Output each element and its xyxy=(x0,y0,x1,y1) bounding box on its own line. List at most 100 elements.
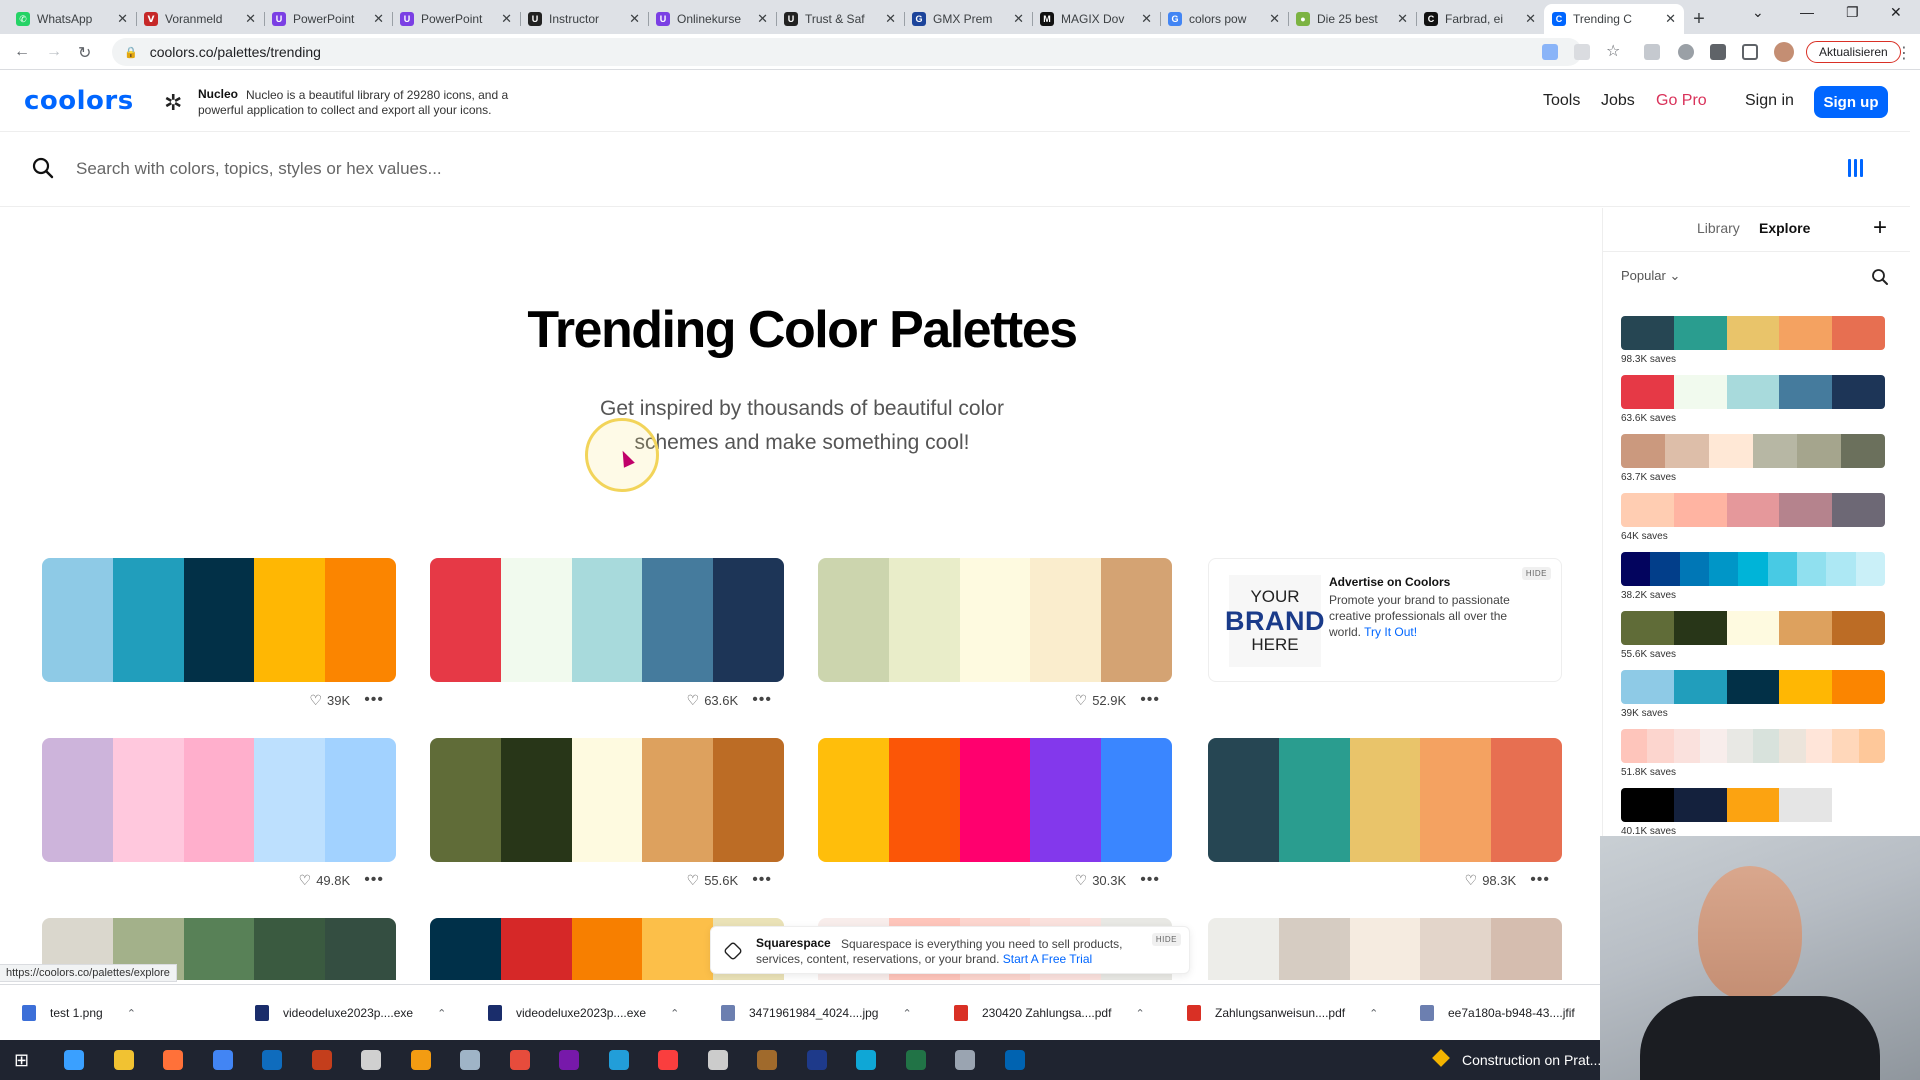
taskbar-app-icon[interactable] xyxy=(212,1050,233,1070)
palette-swatch[interactable] xyxy=(713,558,784,682)
ad-card[interactable]: YOUR BRAND HERE Advertise on Coolors Pro… xyxy=(1208,558,1562,682)
download-item[interactable]: 230420 Zahlungsa....pdf ⌃ xyxy=(954,985,1145,1041)
palette-swatch[interactable] xyxy=(1832,729,1859,763)
browser-tab[interactable]: U Trust & Saf ✕ xyxy=(776,4,904,34)
taskbar-app-icon[interactable] xyxy=(163,1050,183,1070)
chevron-up-icon[interactable]: ⌃ xyxy=(1135,1007,1144,1020)
close-window-icon[interactable]: ✕ xyxy=(1890,4,1902,21)
update-button[interactable]: Aktualisieren xyxy=(1806,41,1901,63)
palette-swatch[interactable] xyxy=(713,738,784,862)
palette-swatch[interactable] xyxy=(430,558,501,682)
download-item[interactable]: Zahlungsanweisun....pdf ⌃ xyxy=(1187,985,1378,1041)
download-item[interactable]: ee7a180a-b948-43....jfif xyxy=(1420,985,1575,1041)
sidebar-search-icon[interactable] xyxy=(1871,268,1889,286)
palette-swatch[interactable] xyxy=(888,558,960,682)
palette-swatch[interactable] xyxy=(571,738,643,862)
ad-hide-button[interactable]: HIDE xyxy=(1521,567,1551,580)
palette-swatch[interactable] xyxy=(1796,552,1827,586)
palette-card[interactable] xyxy=(430,558,784,682)
more-options-icon[interactable]: ••• xyxy=(752,871,772,889)
palette-swatch[interactable] xyxy=(1753,729,1780,763)
palette-swatch[interactable] xyxy=(1673,611,1727,645)
palette-swatch[interactable] xyxy=(1621,729,1648,763)
palette-swatch[interactable] xyxy=(642,918,714,980)
construction-label[interactable]: Construction on Prat... xyxy=(1462,1052,1601,1068)
browser-tab[interactable]: U Instructor ✕ xyxy=(520,4,648,34)
palette-swatch[interactable] xyxy=(430,738,501,862)
taskbar-app-icon[interactable] xyxy=(608,1050,629,1070)
palette-swatch[interactable] xyxy=(1753,434,1797,468)
tab-close-icon[interactable]: ✕ xyxy=(245,11,256,27)
tab-close-icon[interactable]: ✕ xyxy=(629,11,640,27)
palette-card[interactable] xyxy=(1208,918,1562,980)
sponsor-name[interactable]: Nucleo xyxy=(198,87,238,101)
sidebar-palette[interactable] xyxy=(1621,493,1885,527)
palette-swatch[interactable] xyxy=(1858,729,1885,763)
tab-close-icon[interactable]: ✕ xyxy=(1013,11,1024,27)
palette-swatch[interactable] xyxy=(1708,552,1739,586)
tab-explore[interactable]: Explore xyxy=(1759,220,1810,236)
palette-card[interactable] xyxy=(818,558,1172,682)
taskbar-app-icon[interactable] xyxy=(955,1050,975,1070)
palette-swatch[interactable] xyxy=(1709,434,1753,468)
signup-button[interactable]: Sign up xyxy=(1814,86,1888,118)
palette-swatch[interactable] xyxy=(1621,788,1674,822)
browser-tab[interactable]: Gcolors pow ✕ xyxy=(1160,4,1288,34)
taskbar-app-icon[interactable] xyxy=(707,1050,728,1070)
taskbar-app-icon[interactable] xyxy=(905,1050,926,1070)
palette-swatch[interactable] xyxy=(325,558,396,682)
palette-swatch[interactable] xyxy=(1700,729,1727,763)
ad-brand-image[interactable]: YOUR BRAND HERE xyxy=(1225,575,1325,667)
nav-gopro[interactable]: Go Pro xyxy=(1656,92,1707,110)
palette-swatch[interactable] xyxy=(183,738,255,862)
palette-card[interactable] xyxy=(818,738,1172,862)
browser-tab[interactable]: U PowerPoint ✕ xyxy=(392,4,520,34)
taskbar-app-icon[interactable] xyxy=(262,1050,282,1070)
browser-tab[interactable]: M MAGIX Dov ✕ xyxy=(1032,4,1160,34)
maximize-icon[interactable]: ❐ xyxy=(1846,4,1859,21)
palette-swatch[interactable] xyxy=(1726,375,1780,409)
palette-swatch[interactable] xyxy=(500,738,572,862)
palette-swatch[interactable] xyxy=(888,738,960,862)
palette-swatch[interactable] xyxy=(1726,316,1780,350)
tab-close-icon[interactable]: ✕ xyxy=(373,11,384,27)
palette-swatch[interactable] xyxy=(1208,738,1279,862)
chevron-up-icon[interactable]: ⌃ xyxy=(902,1007,911,1020)
palette-swatch[interactable] xyxy=(112,558,184,682)
palette-swatch[interactable] xyxy=(571,558,643,682)
sponsor-text-2[interactable]: powerful application to collect and expo… xyxy=(198,103,492,117)
back-icon[interactable]: ← xyxy=(14,43,30,61)
tab-close-icon[interactable]: ✕ xyxy=(501,11,512,27)
squarespace-ad[interactable]: Squarespace Squarespace is everything yo… xyxy=(710,926,1190,974)
heart-icon[interactable]: ♡ xyxy=(309,692,322,709)
palette-swatch[interactable] xyxy=(1673,788,1727,822)
palette-card[interactable] xyxy=(1208,738,1562,862)
vpn-icon[interactable] xyxy=(1678,44,1694,60)
palette-swatch[interactable] xyxy=(1621,552,1651,586)
forward-icon[interactable]: → xyxy=(46,43,62,61)
palette-swatch[interactable] xyxy=(1278,918,1350,980)
coolors-logo[interactable]: coolors xyxy=(24,86,134,116)
palette-swatch[interactable] xyxy=(1621,670,1674,704)
heart-icon[interactable]: ♡ xyxy=(1075,872,1088,889)
sidebar-palette[interactable] xyxy=(1621,611,1885,645)
share-icon[interactable] xyxy=(1574,44,1590,60)
palette-swatch[interactable] xyxy=(1647,729,1674,763)
tab-close-icon[interactable]: ✕ xyxy=(885,11,896,27)
bookmark-star-icon[interactable]: ☆ xyxy=(1606,41,1622,60)
palette-swatch[interactable] xyxy=(1832,788,1885,822)
palette-swatch[interactable] xyxy=(1726,493,1780,527)
palette-swatch[interactable] xyxy=(818,558,889,682)
palette-swatch[interactable] xyxy=(1673,670,1727,704)
palette-swatch[interactable] xyxy=(1726,670,1780,704)
palette-swatch[interactable] xyxy=(1101,558,1172,682)
nav-jobs[interactable]: Jobs xyxy=(1601,92,1635,110)
taskbar-app-icon[interactable] xyxy=(509,1050,530,1070)
sidebar-palette[interactable] xyxy=(1621,316,1885,350)
reload-icon[interactable]: ↻ xyxy=(78,43,91,63)
palette-swatch[interactable] xyxy=(1726,788,1780,822)
sidepanel-icon[interactable] xyxy=(1742,44,1758,60)
palette-swatch[interactable] xyxy=(959,738,1031,862)
palette-swatch[interactable] xyxy=(1832,611,1885,645)
download-item[interactable]: videodeluxe2023p....exe ⌃ xyxy=(255,985,446,1041)
